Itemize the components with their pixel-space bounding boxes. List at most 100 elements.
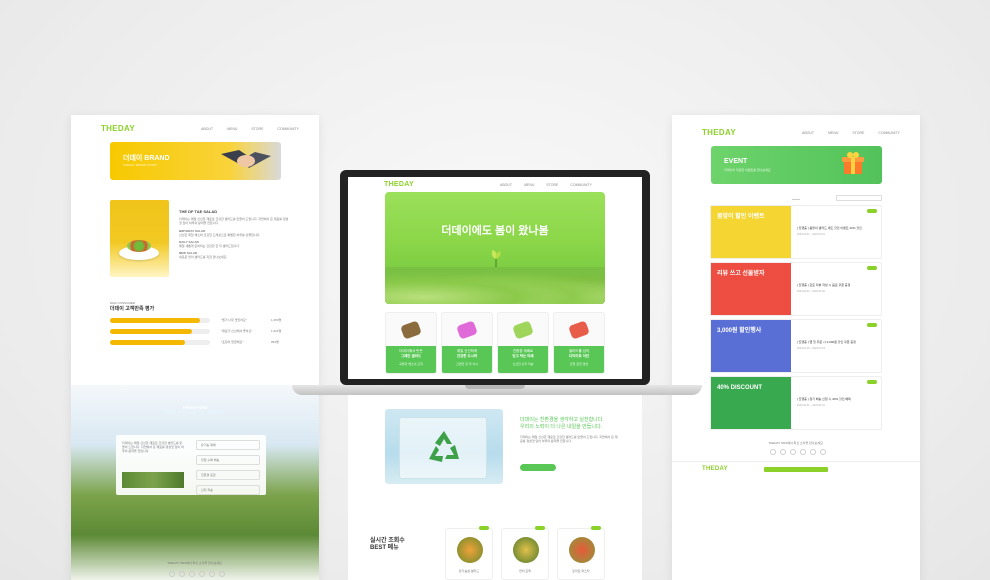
satisfaction-count: 1,021명: [271, 329, 282, 333]
farm-heading: THEDAY FARM 더데이 신선 재료를 직접 재배합니다: [71, 406, 319, 416]
sns-icon[interactable]: [209, 571, 215, 577]
footer-logo: THEDAY: [702, 466, 728, 472]
product-image: [386, 313, 436, 346]
hero-headline: 더데이에도 봄이 왔나봄: [441, 225, 549, 237]
best-badge: [535, 526, 545, 530]
sns-icon[interactable]: [219, 571, 225, 577]
eco-paragraph: 더데이는 매일 신선한 재료로 건강한 샐러드를 만들어 드립니다. 자연에서 …: [520, 435, 618, 443]
brand-banner: 더데이 BRAND THEDAY BRAND STORY: [110, 142, 281, 180]
sns-icon[interactable]: [179, 571, 185, 577]
event-card[interactable]: 40% DISCOUNT [ 진행중 ] 정기 배송 신청 시 40% 할인 혜…: [710, 376, 882, 430]
event-card[interactable]: 리뷰 쓰고 선물받자 [ 진행중 ] 포토 리뷰 작성 시 음료 쿠폰 증정 2…: [710, 262, 882, 316]
event-thumbnail: 봄맞이 할인 이벤트: [711, 206, 791, 258]
story-title: THE DF TAE SALAD: [179, 209, 218, 214]
sns-icon[interactable]: [810, 449, 816, 455]
nav-store[interactable]: STORE: [852, 131, 864, 135]
nav-community[interactable]: COMMUNITY: [570, 183, 592, 187]
product-card[interactable]: 샐러드를 넘어 다이어트 식단 균형 잡힌 영양: [553, 312, 605, 374]
sns-icon[interactable]: [169, 571, 175, 577]
event-status-badge: [867, 323, 877, 327]
best-menu-card[interactable]: 토마토 파스타: [557, 526, 605, 580]
nav-menu[interactable]: MENU: [828, 131, 838, 135]
event-page-mockup: THEDAY ABOUT MENU STORE COMMUNITY EVENT …: [672, 115, 920, 580]
satisfaction-bar-fill: [110, 318, 200, 323]
satisfaction-label: "포장이 깔끔해요": [221, 340, 244, 344]
nav-community[interactable]: COMMUNITY: [277, 127, 299, 131]
farm-sub: 더데이 신선 재료를 직접 재배합니다: [165, 410, 225, 415]
nav-community[interactable]: COMMUNITY: [878, 131, 900, 135]
nav-about[interactable]: ABOUT: [802, 131, 814, 135]
event-banner: EVENT 더데이의 다양한 이벤트를 만나보세요: [711, 146, 882, 184]
story-para-3: 매일 새롭게 준비되는 건강한 한 끼 샐러드입니다.: [179, 244, 241, 248]
product-image: [554, 313, 604, 346]
event-date: 2023.03.01 ~ 2023.03.31: [797, 233, 825, 236]
farm-card-text: 더데이는 매일 신선한 재료로 건강한 샐러드를 만들어 드립니다. 자연에서 …: [122, 441, 184, 453]
best-menu-card[interactable]: 연어 포케: [501, 526, 549, 580]
nav-menu[interactable]: MENU: [227, 127, 237, 131]
footer-divider: [672, 461, 920, 462]
farm-card-photo: [122, 472, 184, 488]
best-title-1: 실시간 조회수: [370, 538, 405, 544]
event-card[interactable]: 봄맞이 할인 이벤트 [ 진행중 ] 봄맞이 샐러드 세트 할인 이벤트 20%…: [710, 205, 882, 259]
filter-dropdown[interactable]: [792, 197, 800, 200]
salad-photo: [110, 200, 169, 277]
food-name: 연어 포케: [519, 569, 531, 573]
sns-icon[interactable]: [780, 449, 786, 455]
satisfaction-title: 2022 CONSUMER 더데이 고객만족 평가: [110, 301, 154, 312]
farm-feature-4[interactable]: 산지 직송: [196, 485, 260, 495]
footer-button[interactable]: [764, 467, 828, 472]
product-card[interactable]: 매일 신선하게 건강한 도시락 간편한 한 끼 식사: [441, 312, 493, 374]
event-thumbnail: 3,000원 할인행사: [711, 320, 791, 372]
product-card[interactable]: 더데이에서 만든 그레인 샐러드 곡물과 채소의 조화: [385, 312, 437, 374]
sns-icon[interactable]: [820, 449, 826, 455]
brand-banner-sub: THEDAY BRAND STORY: [123, 163, 158, 167]
product-name-2: 믿고 먹는 야채: [512, 354, 534, 358]
event-thumb-text: 봄맞이 할인 이벤트: [717, 214, 765, 220]
event-banner-sub: 더데이의 다양한 이벤트를 만나보세요: [724, 168, 771, 172]
logo[interactable]: THEDAY: [384, 181, 414, 188]
right-footer-text: THEDAY SNS에서 최신 소식을 만나보세요.: [768, 441, 824, 445]
best-menu-title: 실시간 조회수 BEST 메뉴: [370, 538, 405, 552]
farm-feature-2[interactable]: 당일 수확 배송: [196, 455, 260, 465]
product-caption: 매일 신선하게 건강한 도시락 간편한 한 끼 식사: [442, 346, 492, 373]
nav-store[interactable]: STORE: [546, 183, 558, 187]
event-status-badge: [867, 380, 877, 384]
product-caption: 친환경 재배로 믿고 먹는 야채 신선한 산지 직송: [498, 346, 548, 373]
event-thumbnail: 리뷰 쓰고 선물받자: [711, 263, 791, 315]
product-card[interactable]: 친환경 재배로 믿고 먹는 야채 신선한 산지 직송: [497, 312, 549, 374]
farm-feature-1[interactable]: 유기농 재배: [196, 440, 260, 450]
product-caption: 샐러드를 넘어 다이어트 식단 균형 잡힌 영양: [554, 346, 604, 373]
search-input[interactable]: [836, 195, 882, 201]
product-sub: 신선한 산지 직송: [512, 362, 534, 366]
handshake-icon: [221, 150, 271, 168]
satisfaction-count: 954명: [271, 340, 279, 344]
farm-card: 더데이는 매일 신선한 재료로 건강한 샐러드를 만들어 드립니다. 자연에서 …: [116, 435, 266, 495]
event-thumbnail: 40% DISCOUNT: [711, 377, 791, 429]
lettuce-image: [385, 267, 605, 304]
nav-menu[interactable]: MENU: [524, 183, 534, 187]
nav-about[interactable]: ABOUT: [201, 127, 213, 131]
sns-icon[interactable]: [790, 449, 796, 455]
eco-photo: [385, 409, 503, 484]
event-card[interactable]: 3,000원 할인행사 [ 진행중 ] 앱 첫 주문 시 3,000원 할인 쿠…: [710, 319, 882, 373]
event-thumb-text: 리뷰 쓰고 선물받자: [717, 271, 765, 277]
hero-banner: 더데이에도 봄이 왔나봄: [385, 192, 605, 304]
nav-store[interactable]: STORE: [251, 127, 263, 131]
laptop-notch: [465, 385, 525, 389]
farm-feature-3[interactable]: 친환경 포장: [196, 470, 260, 480]
eco-more-button[interactable]: [520, 464, 556, 471]
nav-about[interactable]: ABOUT: [500, 183, 512, 187]
satisfaction-bar-fill: [110, 340, 185, 345]
sns-icon[interactable]: [189, 571, 195, 577]
product-caption: 더데이에서 만든 그레인 샐러드 곡물과 채소의 조화: [386, 346, 436, 373]
logo[interactable]: THEDAY: [101, 124, 135, 133]
event-banner-title: EVENT: [724, 158, 748, 165]
food-image: [569, 537, 595, 563]
sns-icon[interactable]: [800, 449, 806, 455]
sns-icon[interactable]: [199, 571, 205, 577]
main-nav: ABOUT MENU STORE COMMUNITY: [201, 127, 299, 131]
event-desc: [ 진행중 ] 포토 리뷰 작성 시 음료 쿠폰 증정: [797, 283, 851, 287]
logo[interactable]: THEDAY: [702, 128, 736, 137]
best-menu-card[interactable]: 닭가슴살 샐러드: [445, 526, 493, 580]
sns-icon[interactable]: [770, 449, 776, 455]
